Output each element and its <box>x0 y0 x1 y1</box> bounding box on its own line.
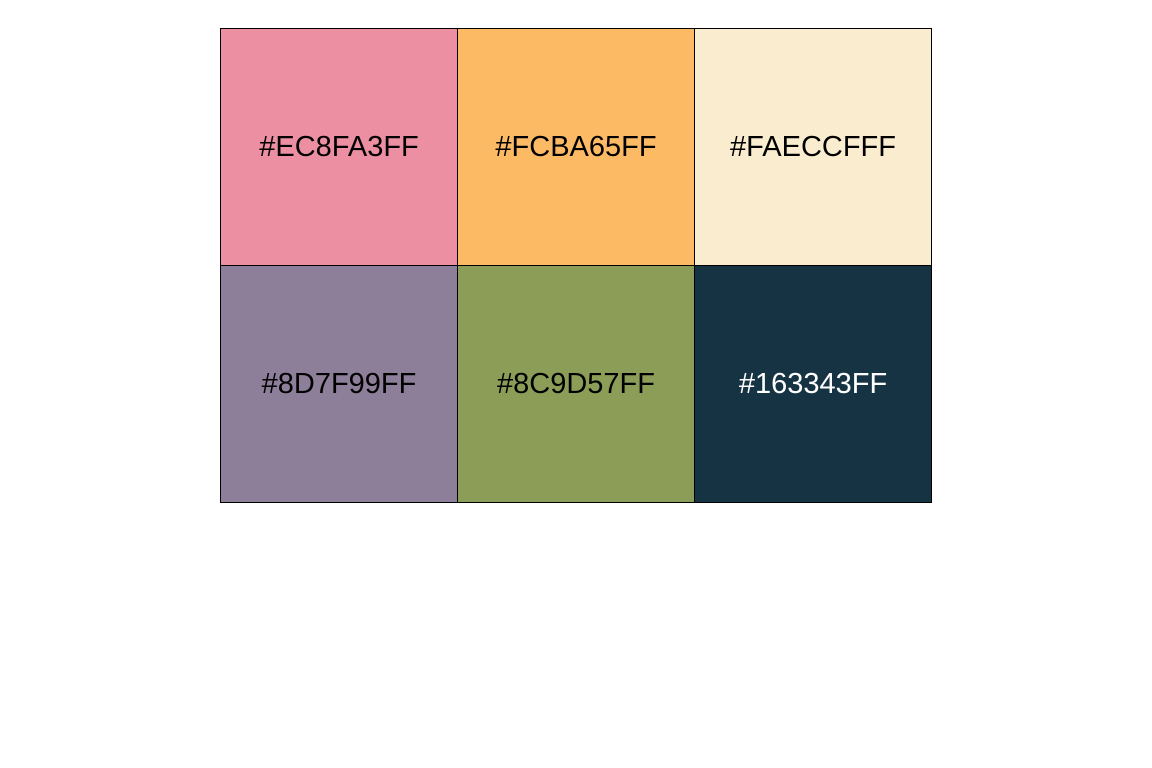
color-swatch: #FAECCFFF <box>694 28 932 266</box>
color-palette-grid: #EC8FA3FF #FCBA65FF #FAECCFFF #8D7F99FF … <box>220 28 932 503</box>
color-swatch: #FCBA65FF <box>457 28 695 266</box>
swatch-hex-label: #FCBA65FF <box>495 130 657 163</box>
swatch-hex-label: #8D7F99FF <box>261 367 417 400</box>
color-swatch: #8C9D57FF <box>457 265 695 503</box>
color-swatch: #163343FF <box>694 265 932 503</box>
swatch-hex-label: #163343FF <box>738 367 888 400</box>
swatch-hex-label: #8C9D57FF <box>497 367 655 400</box>
color-swatch: #EC8FA3FF <box>220 28 458 266</box>
swatch-hex-label: #FAECCFFF <box>730 130 896 163</box>
color-swatch: #8D7F99FF <box>220 265 458 503</box>
swatch-hex-label: #EC8FA3FF <box>259 130 419 163</box>
